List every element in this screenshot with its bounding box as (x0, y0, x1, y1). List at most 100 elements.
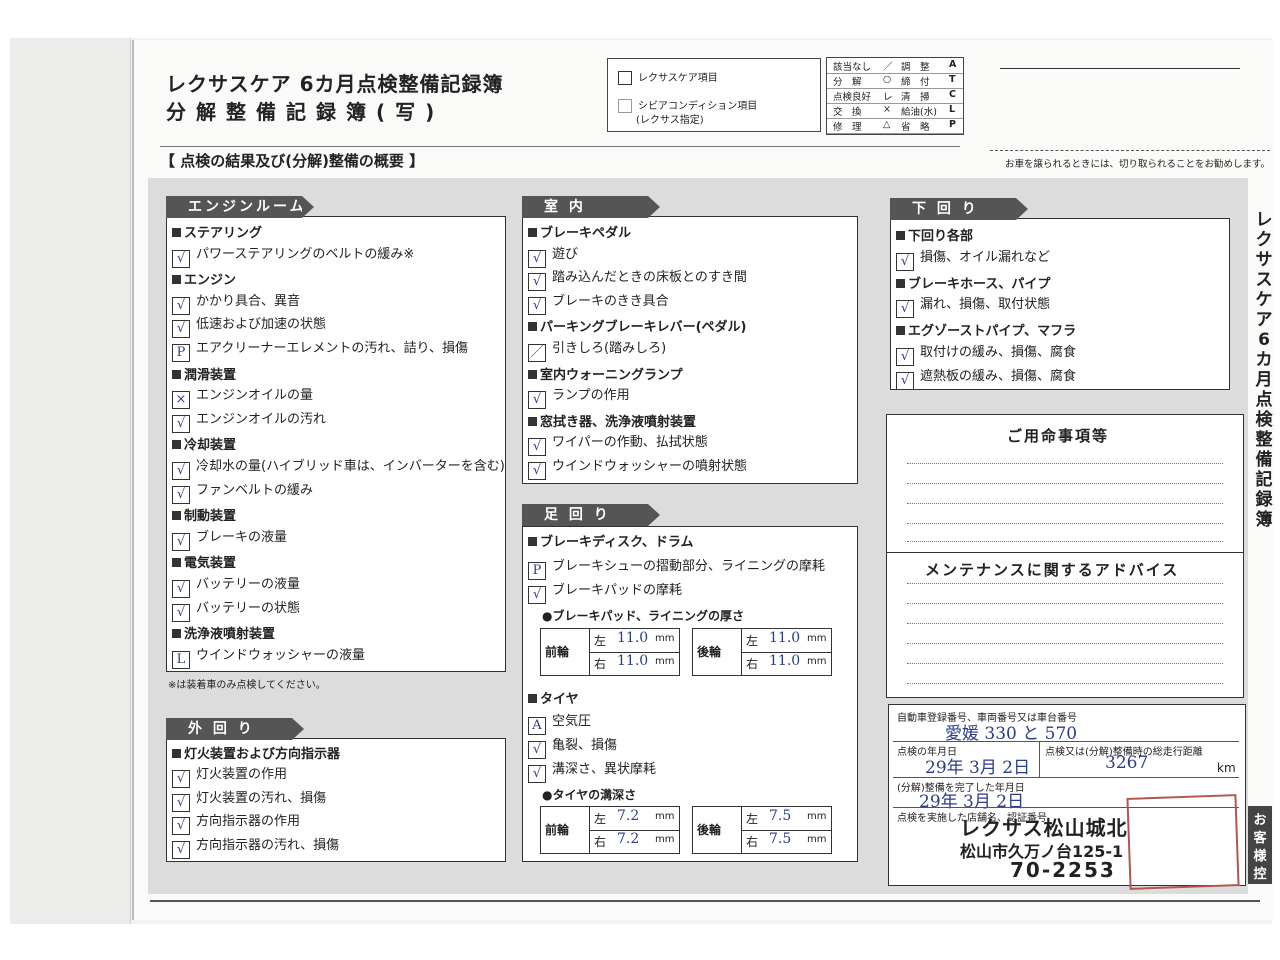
code-label: 点検良好 (833, 92, 872, 103)
checkbox[interactable]: L (172, 650, 190, 669)
shop-phone: 70-2253 (1010, 858, 1116, 882)
check-item-label: 取付けの緩み、損傷、腐食 (920, 345, 1077, 360)
check-item-label: ブレーキの液量 (196, 529, 288, 545)
detach-note: お車を譲られるときには、切り取られることをお勧めします。 (1005, 159, 1271, 170)
request-line (907, 503, 1223, 504)
reg-divider (893, 777, 1239, 778)
checkbox[interactable]: √ (172, 296, 190, 315)
checkbox[interactable]: √ (528, 462, 546, 480)
checkbox[interactable]: √ (172, 532, 190, 551)
checkbox[interactable]: √ (896, 252, 914, 271)
check-item-label: ブレーキのきき具合 (552, 293, 669, 309)
checkbox[interactable]: √ (172, 580, 190, 598)
checkbox[interactable]: √ (172, 770, 190, 788)
cut-line (990, 150, 1270, 151)
check-item-label: ランプの作用 (552, 388, 630, 404)
wheels-tab: 足 回 り (522, 504, 660, 526)
check-item: √ 灯火装置の作用 (172, 766, 287, 788)
measurement-left: 11.0 (769, 630, 801, 646)
checkbox[interactable]: √ (528, 765, 546, 783)
checkbox[interactable]: √ (896, 348, 914, 366)
section-heading: エンジン (172, 269, 236, 288)
checkbox[interactable]: P (528, 562, 546, 580)
code-row: 点検良好レ清 掃 C (827, 88, 963, 104)
check-item-label: 灯火装置の汚れ、損傷 (196, 790, 327, 806)
checkbox[interactable]: √ (172, 414, 190, 433)
measurement-left: 7.2 (617, 808, 640, 824)
unit-label: mm (655, 811, 675, 822)
code-row: 修 理 △ 省 略 P (827, 118, 963, 134)
code-symbol: T (949, 74, 956, 85)
section-heading: 制動装置 (172, 505, 236, 524)
exterior-tab: 外 回 り (166, 718, 304, 740)
check-item-label: 溝深さ、異状摩耗 (552, 762, 657, 777)
check-item: √ 踏み込んだときの床板とのすき間 (528, 269, 747, 292)
checkbox[interactable]: √ (172, 249, 190, 268)
checkbox[interactable]: √ (528, 391, 546, 410)
check-item: √ バッテリーの状態 (172, 600, 301, 622)
checkbox[interactable]: √ (172, 841, 190, 860)
checkbox[interactable]: √ (896, 371, 914, 390)
check-item-label: エアクリーナーエレメントの汚れ、詰り、損傷 (196, 341, 468, 356)
checkbox[interactable]: P (172, 344, 190, 362)
shop-name: レクサス松山城北 (960, 816, 1128, 840)
check-item-label: 亀裂、損傷 (552, 738, 618, 753)
axle-label: 前輪 (545, 823, 570, 837)
check-item: √ ウインドウォッシャーの噴射状態 (528, 458, 747, 480)
checkbox[interactable]: √ (172, 603, 190, 622)
checkbox[interactable]: √ (528, 249, 546, 268)
unit-label: mm (655, 834, 675, 845)
checkbox[interactable]: × (172, 391, 190, 410)
code-label: 分 解 (833, 77, 862, 88)
checkbox[interactable]: A (528, 717, 546, 735)
advice-line (907, 583, 1223, 584)
interior-tab: 室 内 (522, 196, 660, 218)
checkbox[interactable]: ／ (528, 344, 546, 362)
check-item: √ ワイパーの作動、払拭状態 (528, 434, 708, 457)
code-row: 該当なし ／ 調 整 A (827, 58, 963, 74)
side-label: 右 (746, 835, 759, 849)
code-label: 締 付 (901, 77, 930, 88)
check-item-label: ワイパーの作動、払拭状態 (552, 435, 708, 451)
check-item-label: 方向指示器の作用 (196, 814, 301, 830)
unit-label: mm (807, 633, 827, 644)
checkbox[interactable]: √ (172, 462, 190, 480)
check-item-label: ウインドウォッシャーの液量 (196, 647, 366, 663)
checkbox[interactable]: √ (528, 273, 546, 292)
advice-line (907, 623, 1223, 624)
code-symbol: C (949, 89, 956, 100)
check-item: √ 遊び (528, 246, 578, 268)
request-line (907, 463, 1223, 464)
section-heading: ブレーキホース、パイプ (896, 273, 1050, 292)
check-item-label: ファンベルトの緩み (196, 482, 314, 498)
checkbox[interactable]: √ (172, 817, 190, 836)
unit-label: mm (807, 834, 827, 845)
previous-page-strip (10, 38, 131, 924)
checkbox[interactable]: √ (896, 300, 914, 319)
check-item: P ブレーキシューの摺動部分、ライニングの摩耗 (528, 558, 825, 580)
checkbox[interactable]: √ (528, 741, 546, 759)
check-item: √ ランプの作用 (528, 387, 630, 410)
checkbox[interactable]: √ (172, 320, 190, 339)
checkbox[interactable]: √ (528, 586, 546, 604)
requests-title: ご用命事項等 (1007, 427, 1110, 445)
code-symbol: レ (883, 92, 893, 103)
customer-copy-tab: お客様控 (1248, 806, 1272, 884)
check-item-label: バッテリーの液量 (196, 577, 301, 592)
check-item: √ パワーステアリングのベルトの緩み※ (172, 246, 414, 268)
advice-title: メンテナンスに関するアドバイス (925, 561, 1180, 579)
checkbox[interactable]: √ (528, 438, 546, 457)
check-item-label: バッテリーの状態 (196, 600, 301, 616)
section-heading: 窓拭き器、洗浄液噴射装置 (528, 411, 696, 430)
tread-depth-heading: ●タイヤの溝深さ (542, 788, 637, 802)
code-symbol: P (949, 119, 956, 130)
summary-heading: 【 点検の結果及び(分解)整備の概要 】 (160, 152, 425, 170)
check-item: √ ブレーキパッドの摩耗 (528, 582, 682, 604)
mileage-unit: km (1217, 761, 1236, 775)
reg-divider (893, 741, 1239, 742)
checkbox[interactable]: √ (172, 793, 190, 812)
rear-pad-table: 後輪 左右 11.0 11.0 mm mm (692, 628, 832, 676)
checkbox[interactable]: √ (172, 485, 190, 504)
check-item-label: 空気圧 (552, 714, 592, 729)
checkbox[interactable]: √ (528, 296, 546, 315)
